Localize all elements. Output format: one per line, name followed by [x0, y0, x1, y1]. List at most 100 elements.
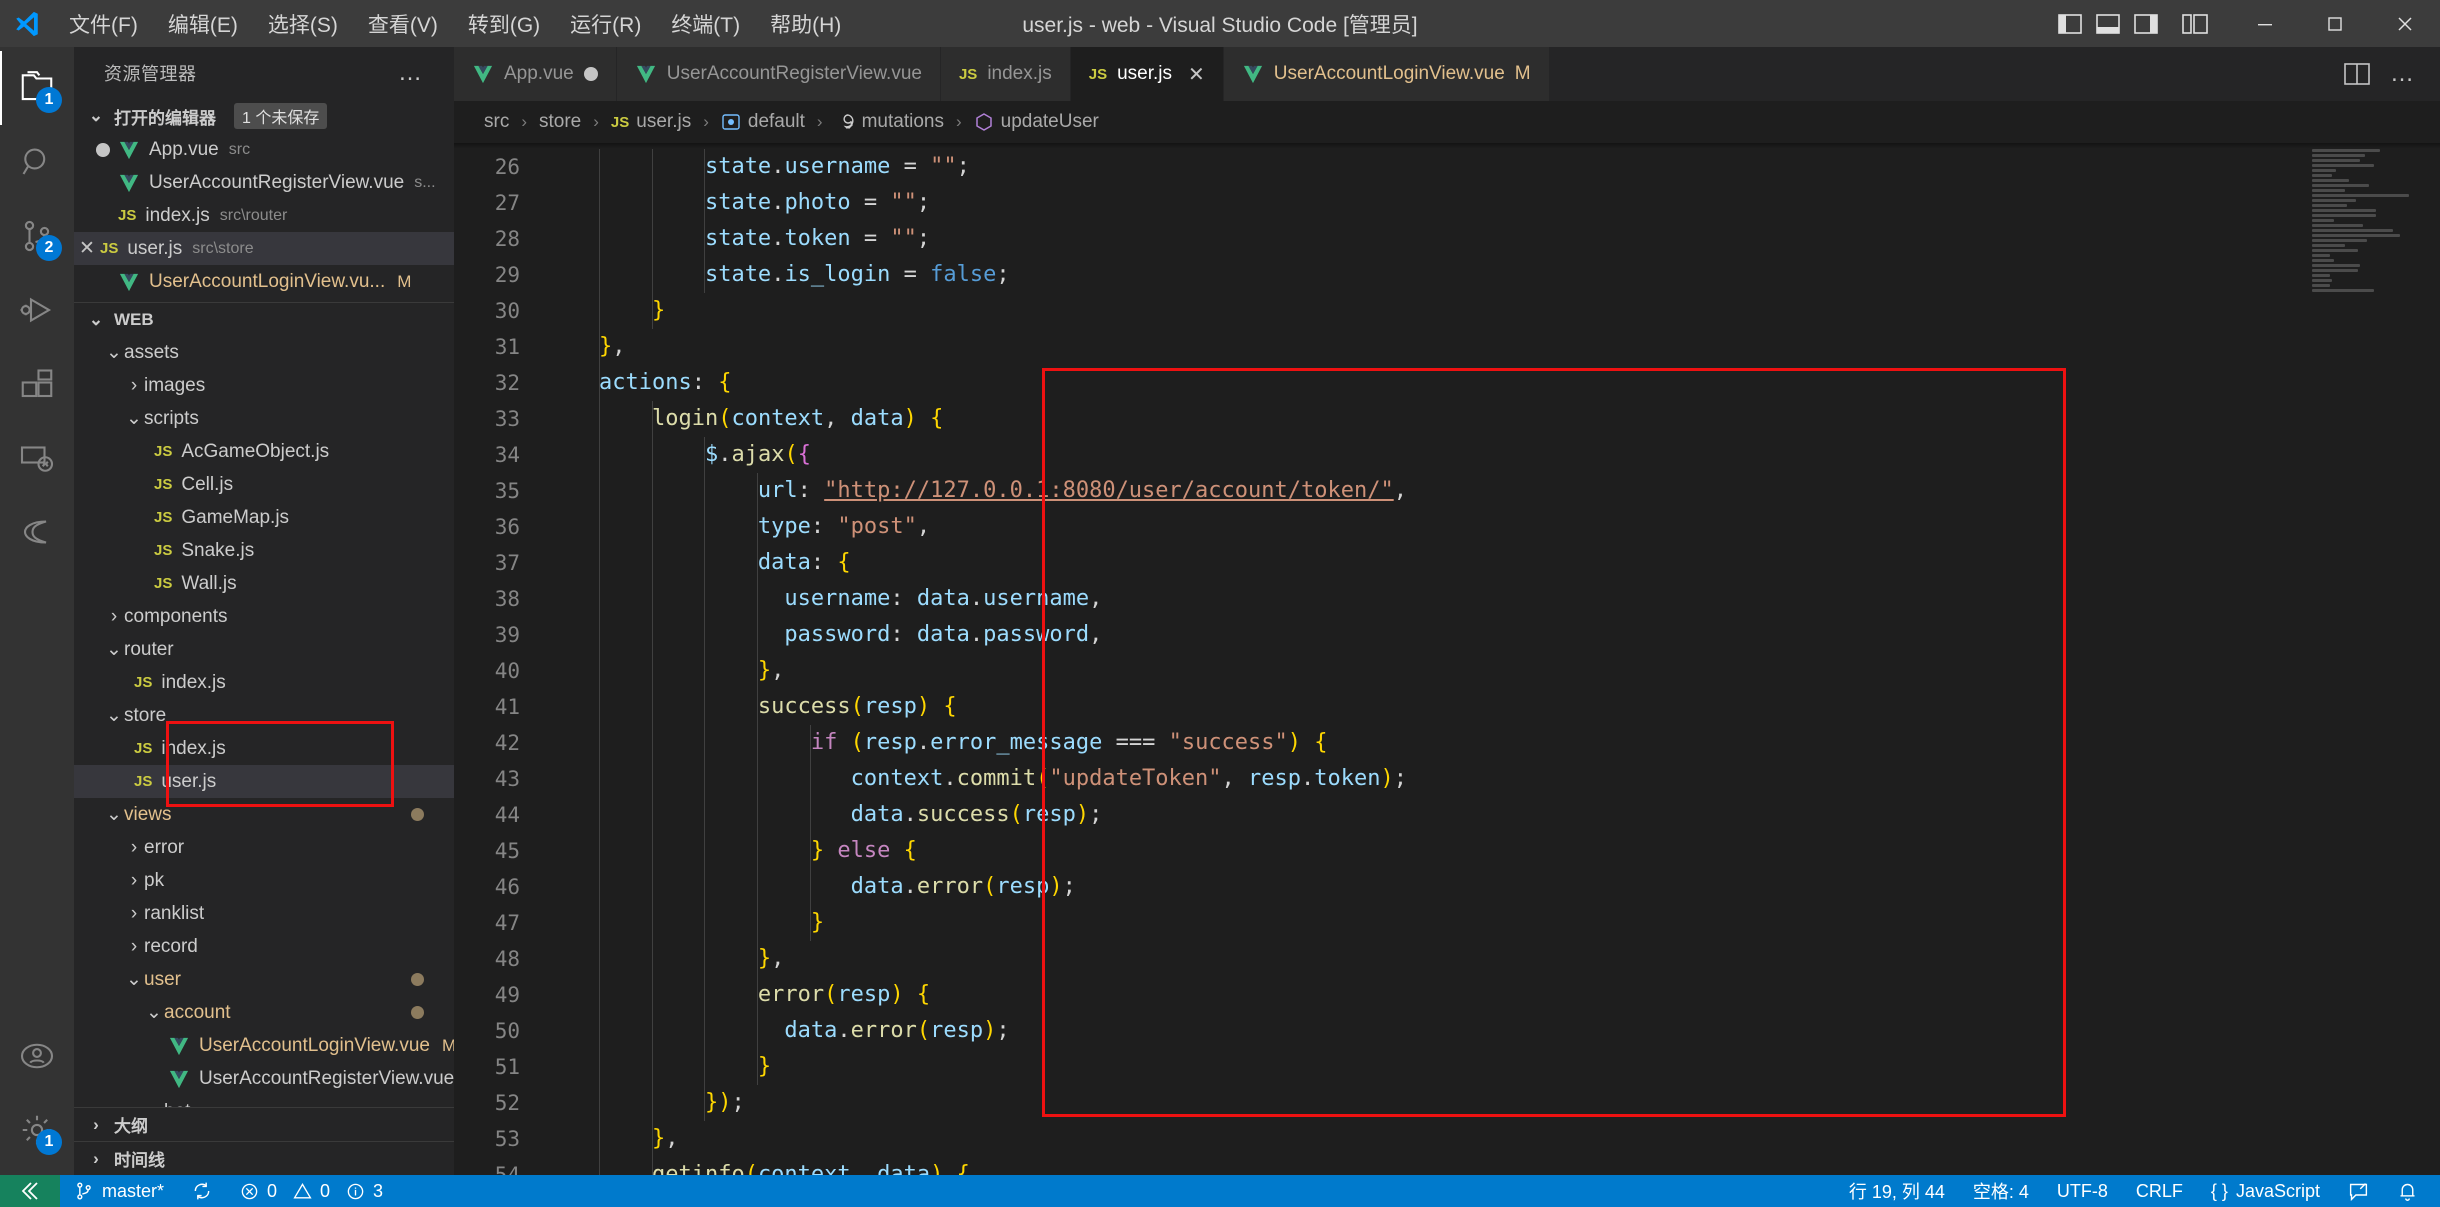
unsaved-dot-icon[interactable] — [584, 67, 598, 81]
status-cursor-position[interactable]: 行 19, 列 44 — [1835, 1175, 1959, 1207]
code-line[interactable]: data: { — [546, 545, 2440, 581]
breadcrumb-item-default[interactable]: default — [721, 111, 805, 133]
code-line[interactable]: error(resp) { — [546, 977, 2440, 1013]
code-line[interactable]: data.error(resp); — [546, 869, 2440, 905]
split-editor-icon[interactable] — [2344, 63, 2370, 85]
remote-window-button[interactable] — [0, 1175, 60, 1207]
menu-help[interactable]: 帮助(H) — [755, 5, 856, 43]
code-line[interactable]: context.commit("updateToken", resp.token… — [546, 761, 2440, 797]
activity-item-live-share[interactable] — [0, 495, 74, 569]
code-line[interactable]: getinfo(context, data) { — [546, 1157, 2440, 1175]
breadcrumb-item-updateuser[interactable]: updateUser — [974, 111, 1099, 133]
code-line[interactable]: } — [546, 1049, 2440, 1085]
tree-file-item[interactable]: JSWall.js — [74, 567, 454, 600]
code-line[interactable]: data.success(resp); — [546, 797, 2440, 833]
menu-view[interactable]: 查看(V) — [353, 5, 453, 43]
window-minimize-button[interactable] — [2230, 0, 2300, 47]
code-line[interactable]: } — [546, 293, 2440, 329]
tree-folder-item[interactable]: ›bot — [74, 1095, 454, 1107]
code-line[interactable]: login(context, data) { — [546, 401, 2440, 437]
breadcrumb-item-mutations[interactable]: mutations — [835, 111, 944, 133]
activity-item-search[interactable] — [0, 125, 74, 199]
section-timeline[interactable]: › 时间线 — [74, 1141, 454, 1175]
menu-run[interactable]: 运行(R) — [555, 5, 656, 43]
code-line[interactable]: url: "http://127.0.0.1:8080/user/account… — [546, 473, 2440, 509]
tree-file-item[interactable]: JSCell.js — [74, 468, 454, 501]
status-eol[interactable]: CRLF — [2122, 1175, 2197, 1207]
open-editor-item[interactable]: App.vuesrc — [74, 133, 454, 166]
activity-item-extensions[interactable] — [0, 347, 74, 421]
activity-item-source-control[interactable]: 2 — [0, 199, 74, 273]
tree-folder-item[interactable]: ⌄user — [74, 963, 454, 996]
code-line[interactable]: success(resp) { — [546, 689, 2440, 725]
tree-file-item[interactable]: JSAcGameObject.js — [74, 435, 454, 468]
status-encoding[interactable]: UTF-8 — [2043, 1175, 2122, 1207]
customize-layout-icon[interactable] — [2182, 14, 2208, 34]
activity-item-manage[interactable]: 1 — [0, 1093, 74, 1167]
open-editor-item[interactable]: UserAccountRegisterView.vues... — [74, 166, 454, 199]
tree-file-item[interactable]: JSindex.js — [74, 732, 454, 765]
breadcrumb-item-src[interactable]: src — [484, 111, 509, 133]
code-line[interactable]: state.is_login = false; — [546, 257, 2440, 293]
tree-folder-item[interactable]: ⌄router — [74, 633, 454, 666]
tree-folder-item[interactable]: ›record — [74, 930, 454, 963]
tree-folder-item[interactable]: ›images — [74, 369, 454, 402]
activity-item-explorer[interactable]: 1 — [0, 51, 74, 125]
window-maximize-button[interactable] — [2300, 0, 2370, 47]
breadcrumb-item-store[interactable]: store — [539, 111, 581, 133]
tree-file-item[interactable]: JSuser.js — [74, 765, 454, 798]
tree-folder-item[interactable]: ›ranklist — [74, 897, 454, 930]
code-line[interactable]: }, — [546, 941, 2440, 977]
section-workspace[interactable]: ⌄ WEB — [74, 302, 454, 336]
tree-folder-item[interactable]: ›components — [74, 600, 454, 633]
code-line[interactable]: type: "post", — [546, 509, 2440, 545]
section-open-editors[interactable]: ⌄ 打开的编辑器 1 个未保存 — [74, 99, 454, 133]
editor-tab[interactable]: UserAccountRegisterView.vue — [617, 47, 941, 101]
open-editor-item[interactable]: UserAccountLoginView.vu...M — [74, 265, 454, 298]
code-content[interactable]: state.username = ""; state.photo = ""; s… — [546, 143, 2440, 1175]
tree-file-item[interactable]: UserAccountRegisterView.vue — [74, 1062, 454, 1095]
code-line[interactable]: data.error(resp); — [546, 1013, 2440, 1049]
open-editor-item[interactable]: JSindex.jssrc\router — [74, 199, 454, 232]
editor-tab[interactable]: UserAccountLoginView.vueM — [1224, 47, 1550, 101]
open-editor-item[interactable]: ✕JSuser.jssrc\store — [74, 232, 454, 265]
code-line[interactable]: actions: { — [546, 365, 2440, 401]
code-editor[interactable]: 2627282930313233343536373839404142434445… — [454, 143, 2440, 1175]
tree-file-item[interactable]: UserAccountLoginView.vueM — [74, 1029, 454, 1062]
code-line[interactable]: password: data.password, — [546, 617, 2440, 653]
status-sync[interactable] — [178, 1175, 226, 1207]
menu-select[interactable]: 选择(S) — [253, 5, 353, 43]
status-feedback[interactable] — [2334, 1175, 2383, 1207]
tree-folder-item[interactable]: ⌄scripts — [74, 402, 454, 435]
status-language-mode[interactable]: { } JavaScript — [2197, 1175, 2334, 1207]
status-notifications[interactable] — [2383, 1175, 2440, 1207]
code-line[interactable]: }, — [546, 1121, 2440, 1157]
breadcrumb-item-userjs[interactable]: JS user.js — [611, 111, 691, 133]
toggle-primary-sidebar-icon[interactable] — [2058, 14, 2082, 34]
menu-file[interactable]: 文件(F) — [54, 5, 153, 43]
activity-item-run-and-debug[interactable] — [0, 273, 74, 347]
status-indentation[interactable]: 空格: 4 — [1959, 1175, 2043, 1207]
activity-item-remote-explorer[interactable] — [0, 421, 74, 495]
tree-file-item[interactable]: JSindex.js — [74, 666, 454, 699]
tree-folder-item[interactable]: ›pk — [74, 864, 454, 897]
activity-item-accounts[interactable] — [0, 1019, 74, 1093]
tab-close-icon[interactable]: ✕ — [1188, 62, 1205, 87]
minimap[interactable] — [2312, 149, 2422, 329]
code-line[interactable]: } else { — [546, 833, 2440, 869]
code-line[interactable]: state.token = ""; — [546, 221, 2440, 257]
tree-folder-item[interactable]: ⌄views — [74, 798, 454, 831]
tree-file-item[interactable]: JSGameMap.js — [74, 501, 454, 534]
code-line[interactable]: if (resp.error_message === "success") { — [546, 725, 2440, 761]
toggle-secondary-sidebar-icon[interactable] — [2134, 14, 2158, 34]
menu-go[interactable]: 转到(G) — [453, 5, 555, 43]
menu-terminal[interactable]: 终端(T) — [656, 5, 755, 43]
tree-folder-item[interactable]: ›error — [74, 831, 454, 864]
tree-folder-item[interactable]: ⌄account — [74, 996, 454, 1029]
code-line[interactable]: } — [546, 905, 2440, 941]
editor-tab[interactable]: JSuser.js✕ — [1071, 47, 1224, 101]
more-actions-icon[interactable]: … — [2390, 60, 2416, 88]
code-line[interactable]: }, — [546, 653, 2440, 689]
code-line[interactable]: }, — [546, 329, 2440, 365]
code-line[interactable]: state.photo = ""; — [546, 185, 2440, 221]
